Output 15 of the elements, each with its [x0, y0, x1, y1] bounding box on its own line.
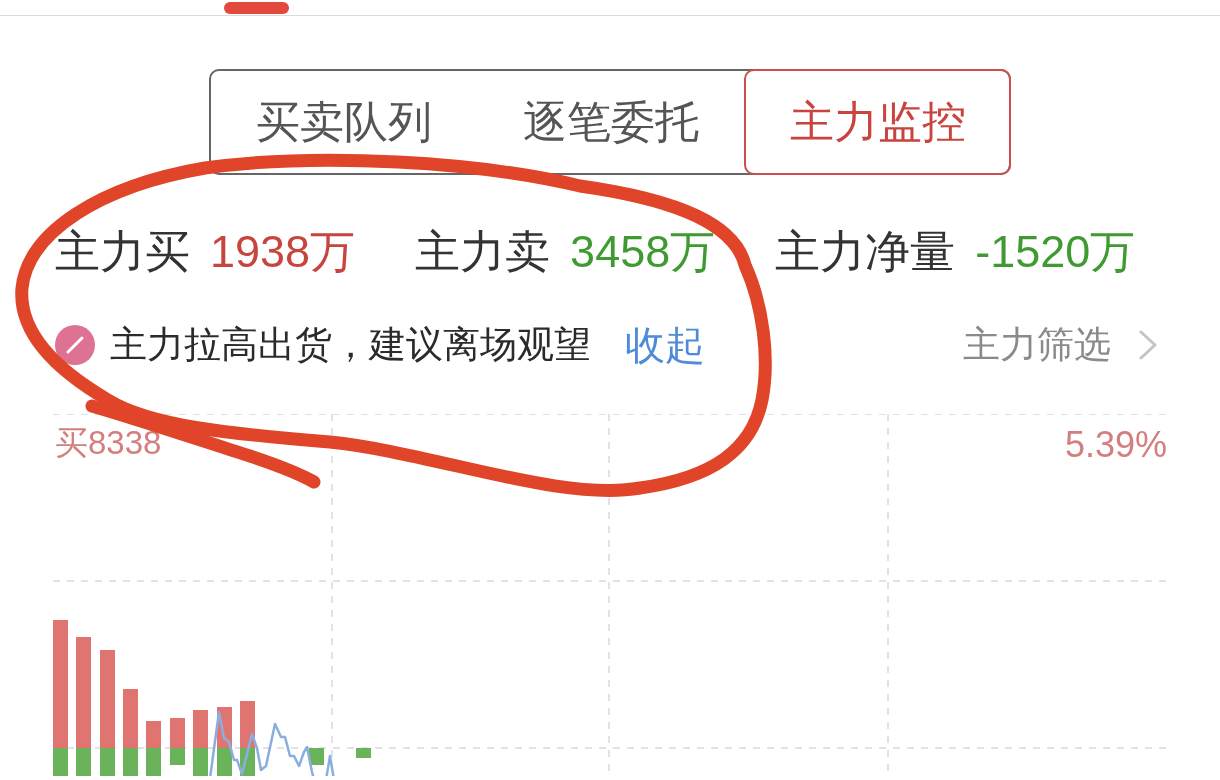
stat-label: 主力买 — [55, 225, 190, 279]
segment-tab[interactable]: 主力监控 — [744, 69, 1011, 175]
tab-indicator — [224, 2, 289, 14]
stat-value: 1938万 — [210, 225, 356, 279]
collapse-link[interactable]: 收起 — [625, 321, 705, 369]
segment-tab[interactable]: 买卖队列 — [211, 69, 478, 175]
stat-label: 主力卖 — [415, 225, 551, 279]
alert-message: 主力拉高出货，建议离场观望 — [110, 322, 591, 367]
segment-tab[interactable]: 逐笔委托 — [477, 69, 745, 175]
stat-value: -1520万 — [975, 225, 1136, 279]
stat-value: 3458万 — [570, 225, 716, 279]
stat-label: 主力净量 — [775, 225, 956, 279]
chevron-right-icon — [1139, 330, 1157, 360]
slash-circle-icon — [55, 325, 95, 365]
filter-button[interactable]: 主力筛选 — [963, 322, 1157, 368]
